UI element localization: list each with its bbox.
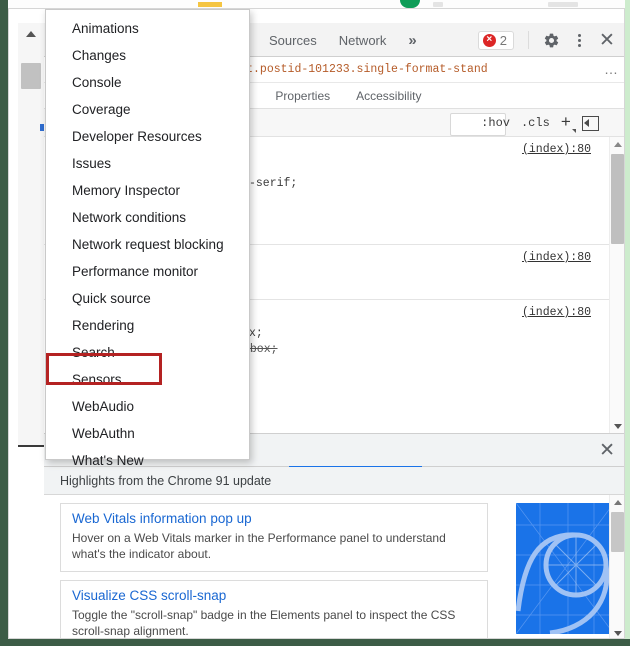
whats-new-card[interactable]: Visualize CSS scroll-snap Toggle the "sc… <box>60 580 488 639</box>
tab-sources[interactable]: Sources <box>269 33 317 48</box>
whats-new-card-list: Web Vitals information pop up Hover on a… <box>60 503 488 639</box>
sliver-mark <box>433 2 443 7</box>
scroll-down-arrow-icon[interactable] <box>610 626 624 638</box>
tabstrip-tools: × 2 ✕ <box>477 23 621 57</box>
style-source-link[interactable]: (index):80 <box>522 251 591 264</box>
card-title[interactable]: Visualize CSS scroll-snap <box>72 588 476 605</box>
scroll-up-arrow-icon[interactable] <box>610 137 624 151</box>
scrollbar-thumb[interactable] <box>611 512 624 552</box>
css-declaration: x; <box>249 327 263 340</box>
scrollbar-end-cap <box>18 445 44 447</box>
menu-item-sensors[interactable]: Sensors <box>46 366 249 393</box>
menu-item-performance-monitor[interactable]: Performance monitor <box>46 258 249 285</box>
more-tabs-icon[interactable]: » <box>408 32 416 49</box>
close-icon[interactable]: ✕ <box>599 441 615 460</box>
menu-item-console[interactable]: Console <box>46 69 249 96</box>
card-description: Hover on a Web Vitals marker in the Perf… <box>72 530 446 562</box>
drawer-subtitle-text: Highlights from the Chrome 91 update <box>60 473 272 488</box>
hov-button[interactable]: :hov <box>481 116 510 130</box>
menu-item-memory-inspector[interactable]: Memory Inspector <box>46 177 249 204</box>
frame-edge-right <box>625 0 630 646</box>
ellipsis-icon[interactable]: … <box>604 61 619 77</box>
whats-new-panel: Web Vitals information pop up Hover on a… <box>44 495 624 639</box>
toolbar-divider <box>528 31 529 49</box>
screenshot-root: Sources Network » × 2 ✕ ate-default.sing… <box>0 0 630 646</box>
menu-item-issues[interactable]: Issues <box>46 150 249 177</box>
style-source-link[interactable]: (index):80 <box>522 143 591 156</box>
tab-accessibility[interactable]: Accessibility <box>356 89 421 103</box>
error-count: 2 <box>499 32 507 48</box>
drawer-scrollbar[interactable] <box>609 495 624 638</box>
close-icon[interactable]: ✕ <box>593 26 621 54</box>
more-tools-menu: Animations Changes Console Coverage Deve… <box>45 9 250 468</box>
styles-toolbar-buttons: :hov .cls + <box>481 109 599 137</box>
menu-item-webaudio[interactable]: WebAudio <box>46 393 249 420</box>
sliver-mark <box>548 2 578 7</box>
whats-new-card[interactable]: Web Vitals information pop up Hover on a… <box>60 503 488 573</box>
sliver-green-shape <box>400 0 420 8</box>
host-page-scrollbar[interactable] <box>18 23 45 447</box>
menu-item-network-request-blocking[interactable]: Network request blocking <box>46 231 249 258</box>
scrollbar-thumb[interactable] <box>21 63 41 89</box>
panel-toggle-icon[interactable] <box>582 115 599 131</box>
devtools-window: Sources Network » × 2 ✕ ate-default.sing… <box>8 8 625 639</box>
css-declaration: -serif; <box>249 177 298 190</box>
menu-item-developer-resources[interactable]: Developer Resources <box>46 123 249 150</box>
kebab-menu-icon[interactable] <box>565 26 593 54</box>
menu-item-coverage[interactable]: Coverage <box>46 96 249 123</box>
tab-properties[interactable]: Properties <box>275 89 330 103</box>
menu-item-search[interactable]: Search <box>46 339 249 366</box>
tab-list: Sources Network » <box>269 23 417 57</box>
new-style-rule-button[interactable]: + <box>561 115 576 133</box>
style-source-link[interactable]: (index):80 <box>522 306 591 319</box>
scroll-up-arrow-icon[interactable] <box>18 23 44 45</box>
menu-item-quick-source[interactable]: Quick source <box>46 285 249 312</box>
card-title[interactable]: Web Vitals information pop up <box>72 511 476 528</box>
scroll-up-arrow-icon[interactable] <box>610 495 624 509</box>
scrollbar-thumb[interactable] <box>611 154 624 244</box>
menu-item-animations[interactable]: Animations <box>46 15 249 42</box>
gear-icon[interactable] <box>537 26 565 54</box>
menu-item-whats-new[interactable]: What's New <box>46 447 249 474</box>
styles-pane-scrollbar[interactable] <box>609 137 624 433</box>
card-description: Toggle the "scroll-snap" badge in the El… <box>72 608 456 639</box>
error-badge[interactable]: × 2 <box>477 30 514 50</box>
whats-new-illustration <box>516 503 614 634</box>
menu-item-webauthn[interactable]: WebAuthn <box>46 420 249 447</box>
error-icon: × <box>482 33 496 47</box>
tab-network[interactable]: Network <box>339 33 387 48</box>
menu-item-rendering[interactable]: Rendering <box>46 312 249 339</box>
frame-edge-bottom <box>0 639 630 646</box>
frame-edge-left <box>0 0 8 646</box>
menu-item-network-conditions[interactable]: Network conditions <box>46 204 249 231</box>
menu-item-changes[interactable]: Changes <box>46 42 249 69</box>
cls-button[interactable]: .cls <box>521 116 550 130</box>
scroll-down-arrow-icon[interactable] <box>610 419 624 433</box>
sliver-highlight <box>198 2 222 7</box>
